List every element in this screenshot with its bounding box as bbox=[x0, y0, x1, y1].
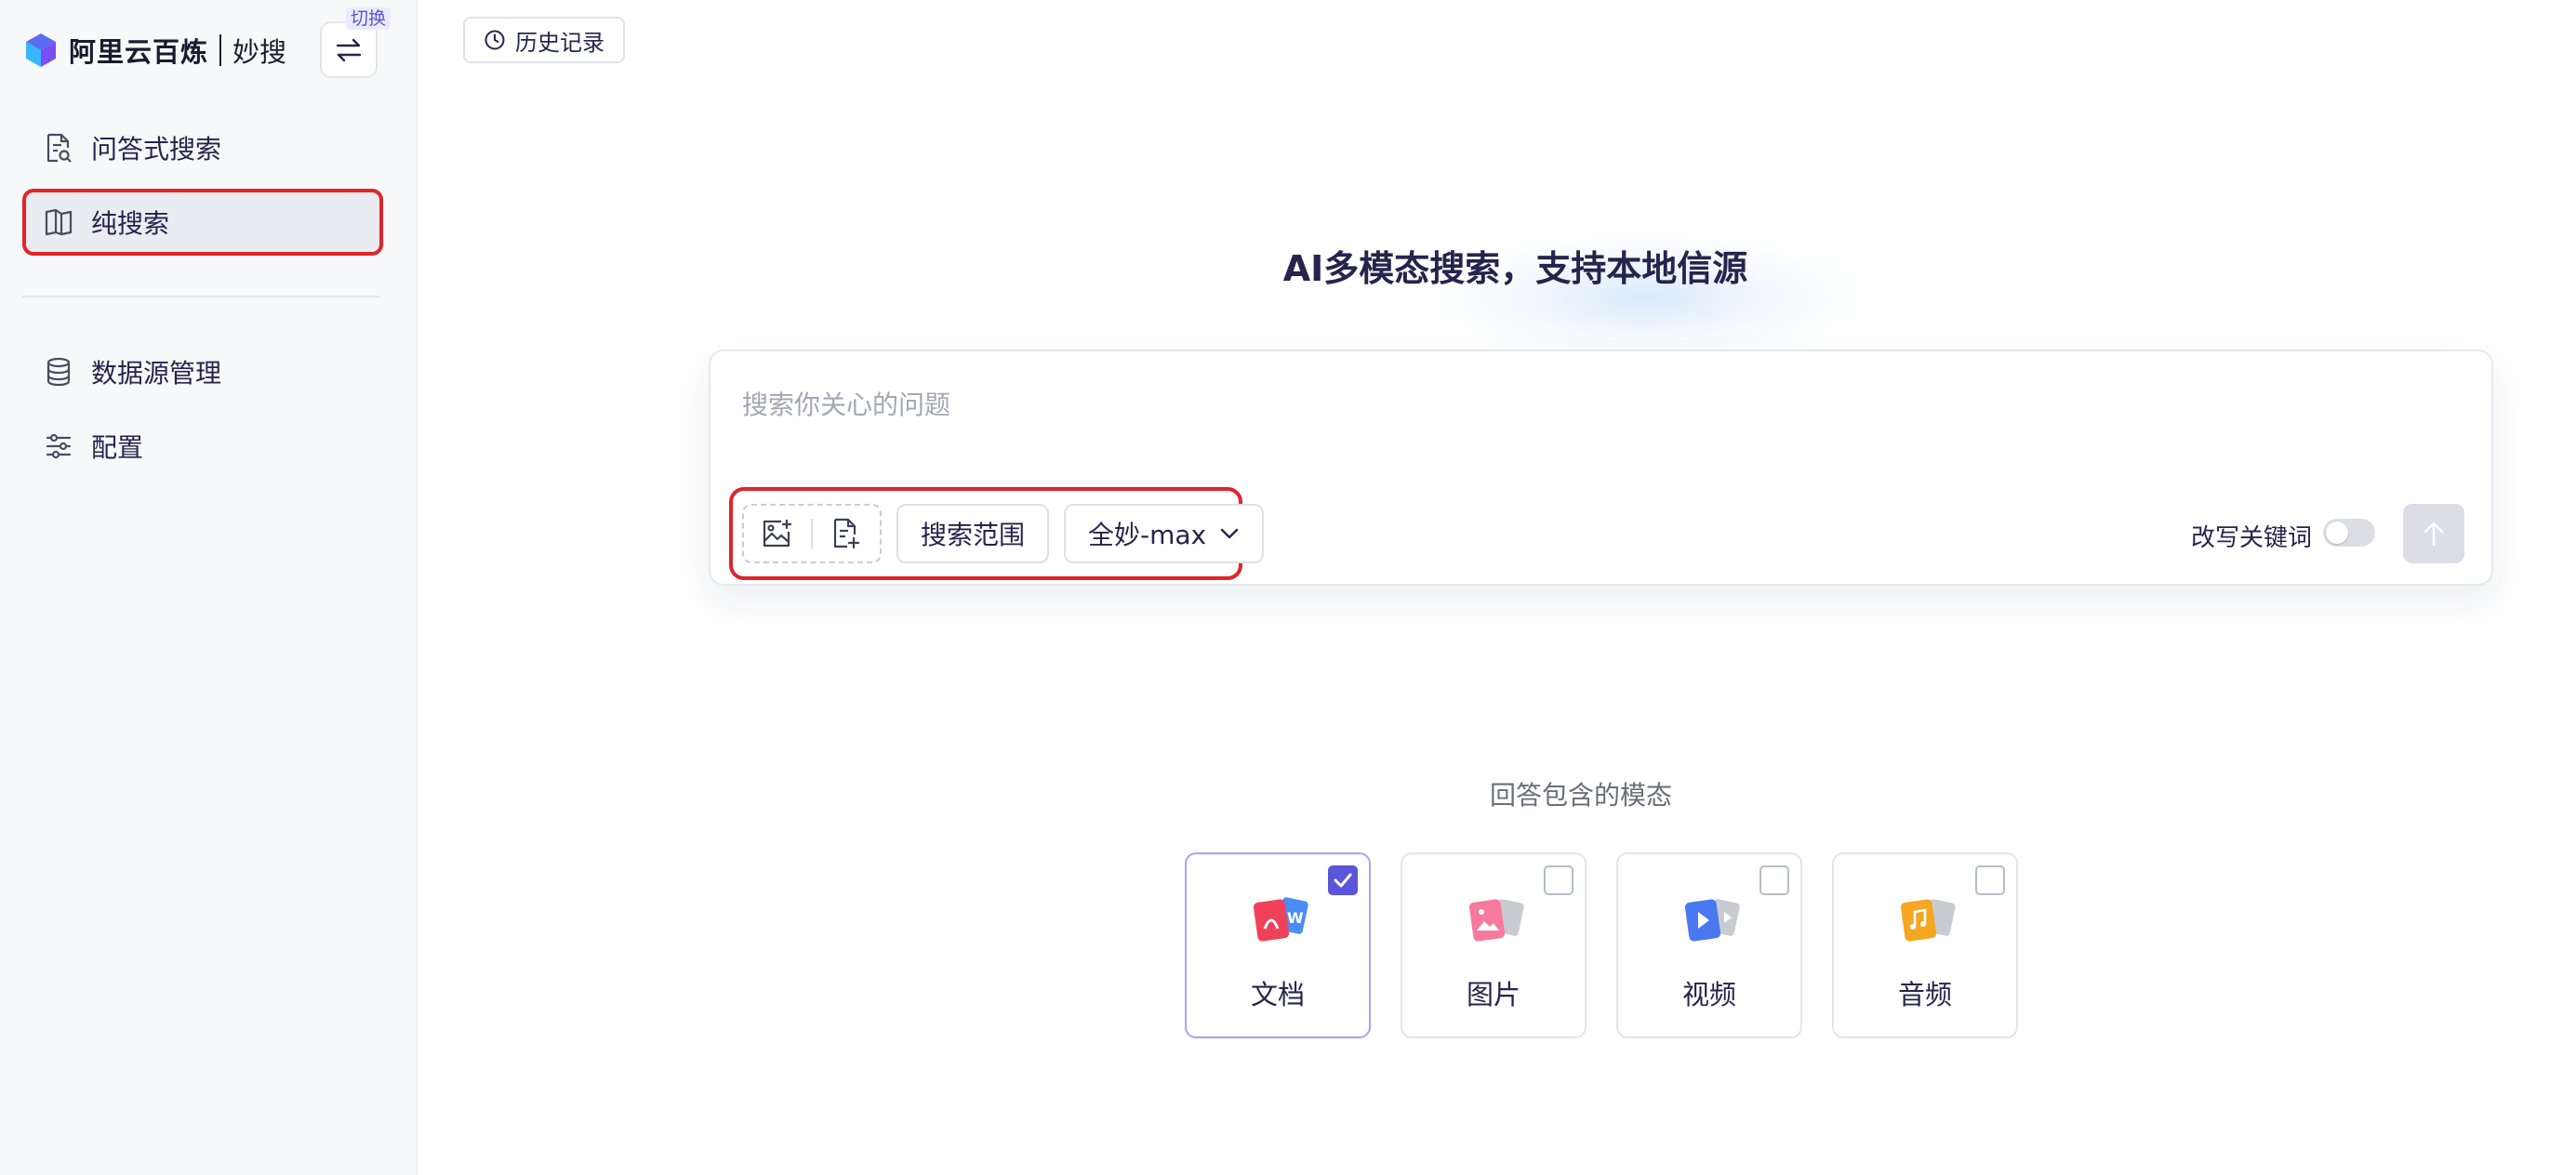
checkbox[interactable] bbox=[1544, 865, 1573, 895]
brand-name: 阿里云百炼 bbox=[69, 36, 209, 68]
image-icon bbox=[1468, 899, 1524, 942]
send-button[interactable] bbox=[2403, 504, 2464, 563]
page-title: AI多模态搜索，支持本地信源 bbox=[0, 240, 2576, 291]
sidebar-item-label: 数据源管理 bbox=[91, 358, 222, 389]
chevron-down-icon bbox=[1220, 528, 1239, 539]
modality-label: 音频 bbox=[1897, 979, 1952, 1010]
sidebar-item-label: 纯搜索 bbox=[91, 208, 170, 239]
checkbox[interactable] bbox=[1759, 865, 1789, 895]
arrow-up-icon bbox=[2423, 521, 2444, 547]
sidebar: 阿里云百炼 妙搜 切换 问答式搜索 纯搜索 数据源管理 配置 bbox=[0, 0, 418, 1175]
svg-text:W: W bbox=[1287, 909, 1304, 927]
search-range-button[interactable]: 搜索范围 bbox=[896, 504, 1050, 563]
sliders-icon bbox=[43, 430, 74, 462]
modality-card-document[interactable]: W 文档 bbox=[1185, 852, 1371, 1038]
search-box: 搜索范围 全妙-max 改写关键词 bbox=[709, 350, 2493, 586]
upload-image-button[interactable] bbox=[744, 506, 811, 561]
logo-mark-icon bbox=[26, 33, 56, 67]
upload-file-button[interactable] bbox=[813, 506, 880, 561]
document-icon: W bbox=[1253, 897, 1308, 942]
upload-group bbox=[742, 504, 882, 563]
history-button[interactable]: 历史记录 bbox=[463, 17, 625, 63]
sidebar-divider bbox=[22, 296, 379, 297]
clock-icon bbox=[485, 30, 505, 50]
audio-icon bbox=[1900, 899, 1956, 942]
sidebar-item-label: 问答式搜索 bbox=[91, 134, 222, 165]
modality-label: 图片 bbox=[1466, 979, 1520, 1010]
sidebar-item-label: 配置 bbox=[91, 432, 144, 463]
modality-label: 文档 bbox=[1250, 979, 1305, 1010]
image-add-icon bbox=[763, 519, 792, 548]
product-name: 妙搜 bbox=[232, 36, 287, 68]
sidebar-item-qa-search[interactable]: 问答式搜索 bbox=[22, 114, 383, 181]
check-icon bbox=[1334, 873, 1352, 888]
modality-card-audio[interactable]: 音频 bbox=[1832, 852, 2018, 1038]
video-icon bbox=[1684, 899, 1740, 942]
modalities-title: 回答包含的模态 bbox=[1489, 780, 1672, 811]
checkbox[interactable] bbox=[1328, 865, 1358, 895]
page-title-text: AI多模态搜索，支持本地信源 bbox=[1282, 248, 1748, 289]
sidebar-item-config[interactable]: 配置 bbox=[22, 413, 383, 480]
database-icon bbox=[43, 356, 74, 388]
file-add-icon bbox=[833, 518, 860, 549]
search-range-label: 搜索范围 bbox=[921, 520, 1026, 550]
swap-arrows-icon bbox=[336, 38, 362, 61]
book-icon bbox=[43, 206, 74, 238]
sidebar-item-datasource[interactable]: 数据源管理 bbox=[22, 338, 383, 405]
doc-search-icon bbox=[43, 132, 74, 164]
model-select[interactable]: 全妙-max bbox=[1064, 504, 1265, 563]
brand-separator bbox=[219, 34, 222, 66]
brand-logo[interactable]: 阿里云百炼 妙搜 bbox=[22, 28, 286, 73]
model-select-value: 全妙-max bbox=[1088, 520, 1207, 550]
modality-card-video[interactable]: 视频 bbox=[1616, 852, 1802, 1038]
switch-tag: 切换 bbox=[346, 7, 392, 30]
history-label: 历史记录 bbox=[515, 29, 604, 56]
modality-label: 视频 bbox=[1681, 979, 1736, 1010]
rewrite-keywords-label: 改写关键词 bbox=[2191, 524, 2313, 552]
toggle-knob bbox=[2326, 521, 2348, 544]
search-input[interactable] bbox=[740, 385, 2232, 424]
modality-card-image[interactable]: 图片 bbox=[1401, 852, 1587, 1038]
switch-button[interactable] bbox=[320, 21, 378, 78]
checkbox[interactable] bbox=[1975, 865, 2005, 895]
rewrite-keywords-toggle[interactable] bbox=[2323, 519, 2375, 547]
